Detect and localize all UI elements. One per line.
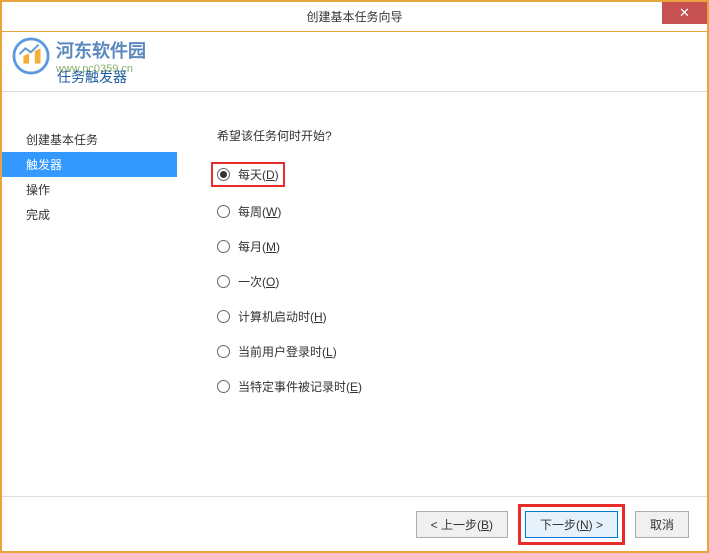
radio-icon (217, 310, 230, 323)
wizard-sidebar: 创建基本任务 触发器 操作 完成 (2, 92, 177, 496)
sidebar-item-finish[interactable]: 完成 (2, 202, 177, 227)
wizard-window: 创建基本任务向导 ✕ 河东软件园 www.pc0359.cn 任务触发器 创建基… (0, 0, 709, 553)
radio-logon[interactable]: 当前用户登录时(L) (217, 341, 677, 362)
radio-label: 每天(D) (238, 166, 279, 183)
cancel-button[interactable]: 取消 (635, 511, 689, 538)
radio-label: 当前用户登录时(L) (238, 343, 337, 360)
next-button[interactable]: 下一步(N) > (525, 511, 618, 538)
radio-once[interactable]: 一次(O) (217, 271, 677, 292)
radio-monthly[interactable]: 每月(M) (217, 236, 677, 257)
radio-icon (217, 168, 230, 181)
radio-daily[interactable]: 每天(D) (211, 162, 285, 187)
content-area: 创建基本任务 触发器 操作 完成 希望该任务何时开始? 每天(D) 每周(W) (2, 92, 707, 496)
sidebar-item-create[interactable]: 创建基本任务 (2, 127, 177, 152)
radio-startup[interactable]: 计算机启动时(H) (217, 306, 677, 327)
radio-event[interactable]: 当特定事件被记录时(E) (217, 376, 677, 397)
wizard-main: 希望该任务何时开始? 每天(D) 每周(W) 每月(M) (177, 92, 707, 496)
titlebar: 创建基本任务向导 ✕ (2, 2, 707, 32)
watermark-title: 河东软件园 (56, 37, 146, 63)
radio-weekly[interactable]: 每周(W) (217, 201, 677, 222)
radio-icon (217, 380, 230, 393)
next-button-highlight: 下一步(N) > (518, 504, 625, 545)
sidebar-item-trigger[interactable]: 触发器 (2, 152, 177, 177)
sidebar-item-action[interactable]: 操作 (2, 177, 177, 202)
logo-icon (12, 37, 50, 75)
window-title: 创建基本任务向导 (306, 8, 402, 25)
radio-label: 当特定事件被记录时(E) (238, 378, 362, 395)
close-button[interactable]: ✕ (662, 2, 707, 24)
radio-label: 每月(M) (238, 238, 280, 255)
close-icon: ✕ (679, 5, 690, 21)
radio-label: 每周(W) (238, 203, 281, 220)
trigger-question: 希望该任务何时开始? (217, 127, 677, 144)
radio-icon (217, 205, 230, 218)
radio-label: 一次(O) (238, 273, 279, 290)
back-button[interactable]: < 上一步(B) (416, 511, 508, 538)
wizard-header: 河东软件园 www.pc0359.cn 任务触发器 (2, 32, 707, 92)
trigger-radio-group: 每天(D) 每周(W) 每月(M) 一次(O) (217, 162, 677, 397)
wizard-footer: < 上一步(B) 下一步(N) > 取消 (2, 496, 707, 551)
header-subtitle: 任务触发器 (57, 67, 127, 87)
radio-label: 计算机启动时(H) (238, 308, 327, 325)
radio-icon (217, 240, 230, 253)
radio-icon (217, 345, 230, 358)
radio-icon (217, 275, 230, 288)
